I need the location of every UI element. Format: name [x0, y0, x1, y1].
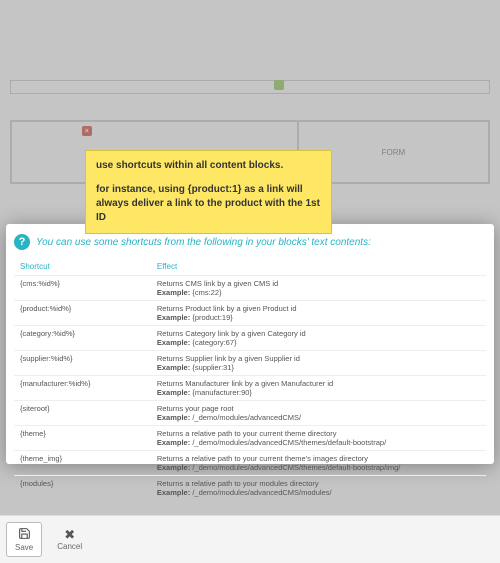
shortcut-cell: {cms:%id%}: [14, 276, 151, 301]
table-row: {theme_img}Returns a relative path to yo…: [14, 451, 486, 476]
hint-tooltip: use shortcuts within all content blocks.…: [85, 150, 332, 234]
tooltip-line-1: use shortcuts within all content blocks.: [96, 159, 321, 173]
effect-cell: Returns a relative path to your current …: [151, 426, 486, 451]
shortcuts-table: Shortcut Effect {cms:%id%}Returns CMS li…: [14, 258, 486, 500]
close-icon: ✖: [64, 528, 75, 541]
shortcut-cell: {modules}: [14, 476, 151, 501]
shortcut-cell: {supplier:%id%}: [14, 351, 151, 376]
table-row: {supplier:%id%}Returns Supplier link by …: [14, 351, 486, 376]
table-row: {cms:%id%}Returns CMS link by a given CM…: [14, 276, 486, 301]
table-row: {category:%id%}Returns Category link by …: [14, 326, 486, 351]
cancel-button[interactable]: ✖ Cancel: [48, 523, 91, 556]
shortcut-cell: {siteroot}: [14, 401, 151, 426]
effect-cell: Returns your page rootExample: /_demo/mo…: [151, 401, 486, 426]
shortcut-cell: {product:%id%}: [14, 301, 151, 326]
shortcut-cell: {theme_img}: [14, 451, 151, 476]
save-icon: [18, 527, 31, 542]
shortcuts-panel: ? You can use some shortcuts from the fo…: [6, 224, 494, 464]
save-button[interactable]: Save: [6, 522, 42, 557]
effect-cell: Returns a relative path to your modules …: [151, 476, 486, 501]
footer-bar: Save ✖ Cancel: [0, 515, 500, 563]
shortcut-cell: {manufacturer:%id%}: [14, 376, 151, 401]
table-row: {theme}Returns a relative path to your c…: [14, 426, 486, 451]
table-row: {manufacturer:%id%}Returns Manufacturer …: [14, 376, 486, 401]
effect-cell: Returns Manufacturer link by a given Man…: [151, 376, 486, 401]
cancel-button-label: Cancel: [57, 542, 82, 551]
effect-cell: Returns Category link by a given Categor…: [151, 326, 486, 351]
panel-title: You can use some shortcuts from the foll…: [36, 237, 371, 248]
effect-cell: Returns a relative path to your current …: [151, 451, 486, 476]
table-row: {siteroot}Returns your page rootExample:…: [14, 401, 486, 426]
shortcut-cell: {category:%id%}: [14, 326, 151, 351]
col-effect: Effect: [151, 258, 486, 276]
effect-cell: Returns Supplier link by a given Supplie…: [151, 351, 486, 376]
table-row: {product:%id%}Returns Product link by a …: [14, 301, 486, 326]
info-icon: ?: [14, 234, 30, 250]
table-row: {modules}Returns a relative path to your…: [14, 476, 486, 501]
effect-cell: Returns Product link by a given Product …: [151, 301, 486, 326]
col-shortcut: Shortcut: [14, 258, 151, 276]
shortcut-cell: {theme}: [14, 426, 151, 451]
panel-header: ? You can use some shortcuts from the fo…: [14, 232, 486, 258]
effect-cell: Returns CMS link by a given CMS idExampl…: [151, 276, 486, 301]
tooltip-line-2: for instance, using {product:1} as a lin…: [96, 183, 321, 225]
save-button-label: Save: [15, 543, 33, 552]
table-header-row: Shortcut Effect: [14, 258, 486, 276]
